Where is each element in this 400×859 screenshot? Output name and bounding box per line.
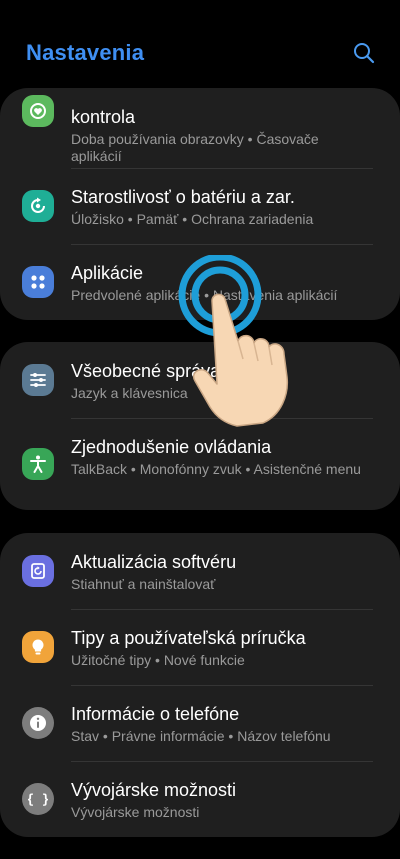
- item-title: Zjednodušenie ovládania: [71, 437, 272, 457]
- general-management-icon: [22, 364, 54, 396]
- item-title: Aktualizácia softvéru: [71, 552, 237, 572]
- item-subtitle: Stiahnuť a nainštalovať: [71, 576, 216, 592]
- item-subtitle: Vývojárske možnosti: [71, 804, 200, 820]
- settings-item-about-phone[interactable]: Informácie o telefóne Stav • Právne info…: [0, 685, 400, 761]
- item-subtitle: TalkBack • Monofónny zvuk • Asistenčné m…: [71, 461, 361, 477]
- item-subtitle: Jazyk a klávesnica: [71, 385, 188, 401]
- settings-item-developer-options[interactable]: { } Vývojárske možnosti Vývojárske možno…: [0, 761, 400, 837]
- info-icon: [22, 707, 54, 739]
- item-subtitle: Predvolené aplikácie • Nastavenia apliká…: [71, 287, 338, 303]
- page-title: Nastavenia: [26, 40, 145, 65]
- digital-wellbeing-icon: [22, 95, 54, 127]
- item-subtitle: Stav • Právne informácie • Názov telefón…: [71, 728, 331, 744]
- settings-item-device-care[interactable]: Starostlivosť o batériu a zar. Úložisko …: [0, 168, 400, 244]
- item-title: Tipy a používateľská príručka: [71, 628, 306, 648]
- item-title: kontrola: [71, 107, 136, 127]
- accessibility-icon: [22, 448, 54, 480]
- item-subtitle: Úložisko • Pamäť • Ochrana zariadenia: [71, 211, 314, 227]
- settings-group-3: Aktualizácia softvéru Stiahnuť a nainšta…: [0, 533, 400, 837]
- settings-item-accessibility[interactable]: Zjednodušenie ovládania TalkBack • Monof…: [0, 418, 400, 510]
- item-subtitle: Užitočné tipy • Nové funkcie: [71, 652, 245, 668]
- search-icon: [354, 43, 375, 64]
- item-title: Aplikácie: [71, 263, 144, 283]
- settings-list[interactable]: kontrola Doba používania obrazovky • Čas…: [0, 0, 400, 859]
- device-care-icon: [22, 190, 54, 222]
- app-header: Nastavenia: [0, 0, 400, 88]
- settings-group-2: Všeobecné správa Jazyk a klávesnica Zjed…: [0, 342, 400, 510]
- settings-group-1: kontrola Doba používania obrazovky • Čas…: [0, 88, 400, 320]
- item-title: Všeobecné správa: [71, 361, 221, 381]
- apps-icon: [22, 266, 54, 298]
- item-title: Starostlivosť o batériu a zar.: [71, 187, 295, 207]
- item-title: Informácie o telefóne: [71, 704, 240, 724]
- item-title: Vývojárske možnosti: [71, 780, 237, 800]
- tips-icon: [22, 631, 54, 663]
- settings-item-general-management[interactable]: Všeobecné správa Jazyk a klávesnica: [0, 342, 400, 418]
- search-button[interactable]: [352, 41, 376, 65]
- settings-item-apps[interactable]: Aplikácie Predvolené aplikácie • Nastave…: [0, 244, 400, 320]
- settings-item-tips[interactable]: Tipy a používateľská príručka Užitočné t…: [0, 609, 400, 685]
- software-update-icon: [22, 555, 54, 587]
- settings-item-digital-wellbeing[interactable]: kontrola Doba používania obrazovky • Čas…: [0, 88, 400, 168]
- svg-text:{ }: { }: [28, 793, 48, 808]
- developer-options-icon: { }: [22, 783, 54, 815]
- item-subtitle: Doba používania obrazovky • Časovače apl…: [71, 131, 319, 164]
- settings-item-software-update[interactable]: Aktualizácia softvéru Stiahnuť a nainšta…: [0, 533, 400, 609]
